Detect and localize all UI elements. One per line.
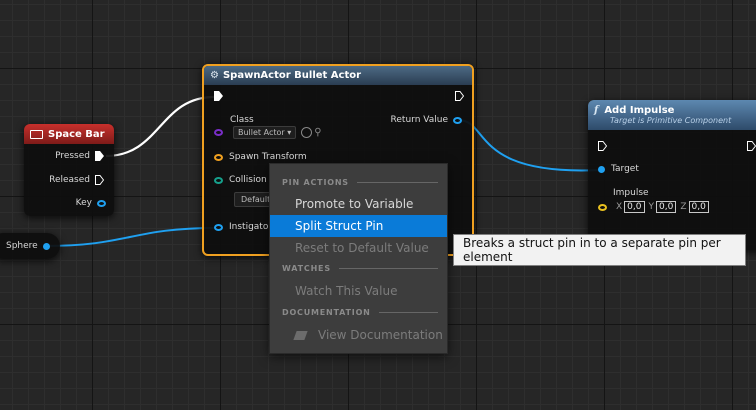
view-documentation-label: View Documentation [318, 328, 443, 342]
menu-item-split-struct-pin[interactable]: Split Struct Pin [270, 215, 447, 237]
space-bar-title: Space Bar [48, 128, 105, 140]
impulse-exec-in-row[interactable] [598, 141, 607, 151]
pin-actions-header-text: PIN ACTIONS [282, 178, 349, 187]
spawn-transform-pin-icon[interactable] [214, 153, 223, 161]
exec-in-filled-icon[interactable] [214, 91, 223, 101]
section-divider [356, 182, 438, 183]
z-axis-label: Z [680, 202, 687, 212]
sphere-label: Sphere [6, 241, 38, 251]
key-label: Key [75, 198, 92, 208]
exec-out-hollow-icon[interactable] [95, 175, 104, 185]
target-label: Target [611, 164, 639, 174]
impulse-z-field[interactable]: 0,0 [688, 201, 709, 213]
x-axis-label: X [616, 202, 623, 212]
target-pin-icon[interactable] [598, 165, 605, 173]
add-impulse-node-header[interactable]: f Add Impulse Target is Primitive Compon… [588, 100, 756, 130]
exec-out-filled-icon[interactable] [95, 151, 104, 161]
spawn-transform-row[interactable]: Spawn Transform [214, 152, 307, 162]
spawn-transform-label: Spawn Transform [229, 152, 307, 162]
pressed-pin-row[interactable]: Pressed [55, 151, 104, 161]
instigator-row[interactable]: Instigator [214, 222, 272, 232]
function-icon: f [594, 105, 599, 116]
spawn-actor-title: SpawnActor Bullet Actor [222, 70, 362, 81]
chevron-down-icon: ▾ [287, 128, 292, 137]
instigator-pin-icon[interactable] [214, 223, 223, 231]
exec-out-hollow-icon[interactable] [747, 141, 756, 151]
exec-in-hollow-icon[interactable] [598, 141, 607, 151]
exec-out-hollow-icon[interactable] [455, 91, 464, 101]
class-label: Class [230, 115, 254, 125]
add-impulse-subtitle: Target is Primitive Component [610, 116, 732, 125]
key-struct-pin-icon[interactable] [97, 199, 106, 207]
released-label: Released [49, 175, 90, 185]
impulse-y-field[interactable]: 0,0 [656, 201, 677, 213]
promote-to-variable-label: Promote to Variable [295, 197, 414, 211]
space-bar-node-header[interactable]: Space Bar [24, 124, 114, 144]
exec-wire [105, 95, 215, 158]
class-value: Bullet Actor [238, 128, 285, 137]
collision-value: Default [241, 195, 271, 204]
y-axis-label: Y [648, 202, 655, 212]
return-value-row[interactable]: Return Value [391, 115, 462, 125]
class-pin-icon[interactable] [214, 129, 223, 136]
impulse-x-field[interactable]: 0,0 [624, 201, 645, 213]
menu-item-reset-to-default[interactable]: Reset to Default Value [270, 237, 447, 259]
watch-this-value-label: Watch This Value [295, 284, 398, 298]
space-bar-event-node[interactable]: Space Bar Pressed Released Key [24, 124, 114, 216]
class-pin-row[interactable]: Bullet Actor ▾ ⚲ [214, 126, 322, 139]
split-struct-pin-tooltip: Breaks a struct pin in to a separate pin… [453, 234, 746, 266]
watches-header-text: WATCHES [282, 264, 331, 273]
section-divider [378, 312, 438, 313]
return-value-pin-icon[interactable] [453, 116, 462, 124]
spawn-exec-in-row[interactable] [214, 91, 223, 101]
use-selected-icon[interactable] [301, 127, 313, 138]
keyboard-icon [30, 129, 43, 139]
object-wire-return [457, 119, 601, 172]
released-pin-row[interactable]: Released [49, 175, 104, 185]
impulse-pin-icon[interactable] [598, 203, 607, 211]
return-value-label: Return Value [390, 115, 448, 125]
pressed-label: Pressed [55, 151, 90, 161]
sphere-pin-row[interactable]: Sphere [6, 241, 50, 251]
menu-item-view-documentation[interactable]: View Documentation [270, 324, 447, 346]
menu-item-promote-to-variable[interactable]: Promote to Variable [270, 193, 447, 215]
documentation-icon [293, 330, 308, 340]
add-impulse-node[interactable]: f Add Impulse Target is Primitive Compon… [588, 100, 756, 250]
collision-row[interactable]: Collision H [214, 175, 276, 185]
tooltip-text: Breaks a struct pin in to a separate pin… [463, 236, 721, 264]
key-pin-row[interactable]: Key [76, 198, 106, 208]
spawn-actor-node-header[interactable]: ⚙ SpawnActor Bullet Actor [204, 66, 472, 85]
menu-item-watch-this-value[interactable]: Watch This Value [270, 280, 447, 302]
documentation-section-header: DOCUMENTATION [282, 308, 438, 317]
impulse-vector-row[interactable]: X 0,0 Y 0,0 Z 0,0 [598, 201, 713, 213]
split-struct-pin-label: Split Struct Pin [295, 219, 384, 233]
pin-actions-section-header: PIN ACTIONS [282, 178, 438, 187]
target-pin-row[interactable]: Target [598, 164, 639, 174]
object-wire-sphere [43, 227, 217, 247]
reset-to-default-label: Reset to Default Value [295, 241, 429, 255]
impulse-label: Impulse [613, 188, 649, 198]
spawn-exec-out-row[interactable] [455, 91, 464, 101]
collision-pin-icon[interactable] [214, 176, 223, 184]
sphere-output-pin-icon[interactable] [42, 242, 50, 250]
spawn-function-icon: ⚙ [210, 70, 219, 81]
sphere-variable-node[interactable]: Sphere [0, 233, 60, 259]
watches-section-header: WATCHES [282, 264, 438, 273]
pin-context-menu[interactable]: PIN ACTIONS Promote to Variable Split St… [269, 163, 448, 354]
documentation-header-text: DOCUMENTATION [282, 308, 371, 317]
section-divider [338, 268, 438, 269]
impulse-exec-out-row[interactable] [747, 141, 756, 151]
instigator-label: Instigator [229, 222, 273, 232]
add-impulse-title: Add Impulse [604, 105, 675, 116]
browse-icon[interactable]: ⚲ [314, 127, 321, 138]
class-dropdown[interactable]: Bullet Actor ▾ [233, 126, 297, 139]
